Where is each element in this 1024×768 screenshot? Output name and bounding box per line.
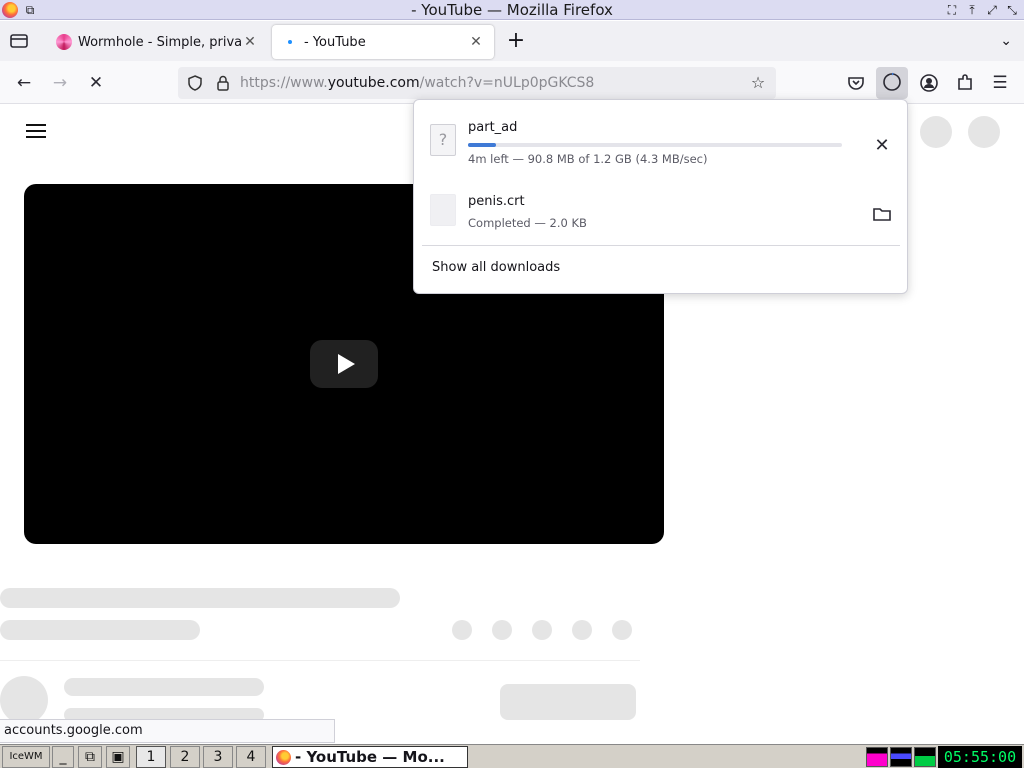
workspace-4[interactable]: 4 xyxy=(236,746,266,768)
window-title-bar: ⧉ - YouTube — Mozilla Firefox ⛶ ⤒ ⤢ ⤡ xyxy=(0,0,1024,20)
action-skeleton xyxy=(532,620,552,640)
url-text[interactable]: https://www.youtube.com/watch?v=nULp0pGK… xyxy=(240,67,594,99)
download-name: penis.crt xyxy=(468,194,525,209)
wormhole-icon xyxy=(56,34,72,50)
file-icon xyxy=(430,194,456,226)
placeholder-circle xyxy=(920,116,952,148)
channel-avatar-skeleton xyxy=(0,676,48,724)
fullscreen-icon[interactable]: ⛶ xyxy=(944,2,960,18)
download-item[interactable]: penis.crt Completed — 2.0 KB xyxy=(422,180,900,244)
action-skeleton xyxy=(612,620,632,640)
tab-youtube[interactable]: - YouTube ✕ xyxy=(272,25,494,59)
account-icon[interactable] xyxy=(917,71,941,95)
back-button[interactable]: ← xyxy=(12,71,36,95)
channel-name-skeleton xyxy=(64,678,264,696)
download-progress-bar xyxy=(468,143,842,147)
loading-icon xyxy=(282,34,298,50)
url-host: youtube.com xyxy=(327,75,420,91)
clock[interactable]: 05:55:00 xyxy=(938,746,1022,768)
unknown-file-icon: ? xyxy=(430,124,456,156)
subtitle-skeleton xyxy=(0,620,200,640)
url-bar[interactable]: https://www.youtube.com/watch?v=nULp0pGK… xyxy=(178,67,776,99)
workspace-label: 4 xyxy=(246,749,256,765)
app-menu-icon[interactable]: ☰ xyxy=(988,71,1012,95)
list-all-tabs-icon[interactable]: ⌄ xyxy=(1000,33,1012,49)
close-window-icon[interactable]: ⤡ xyxy=(1004,2,1020,18)
open-folder-icon[interactable] xyxy=(870,204,894,224)
action-skeleton xyxy=(452,620,472,640)
download-name: part_ad xyxy=(468,120,518,135)
window-title: - YouTube — Mozilla Firefox xyxy=(411,1,613,19)
raise-icon[interactable]: ⤒ xyxy=(964,2,980,18)
title-skeleton xyxy=(0,588,400,608)
url-prefix: https://www. xyxy=(240,75,328,91)
lock-icon[interactable] xyxy=(214,74,232,92)
cpu-graph-icon xyxy=(866,747,888,767)
cancel-download-icon[interactable]: ✕ xyxy=(870,136,894,156)
show-desktop-icon[interactable]: _ xyxy=(52,746,74,768)
stop-loading-button[interactable]: ✕ xyxy=(84,71,108,95)
network-graph-icon xyxy=(914,747,936,767)
extensions-icon[interactable] xyxy=(953,71,977,95)
taskbar: IceWM _ ⧉ ▣ 1 2 3 4 - YouTube — Mo... 05… xyxy=(0,744,1024,768)
workspace-3[interactable]: 3 xyxy=(203,746,233,768)
download-progress-fill xyxy=(468,143,497,147)
memory-graph-icon xyxy=(890,747,912,767)
tracking-protection-shield-icon[interactable] xyxy=(186,74,204,92)
workspace-label: 3 xyxy=(213,749,223,765)
download-item[interactable]: ? part_ad 4m left — 90.8 MB of 1.2 GB (4… xyxy=(422,110,900,174)
forward-button[interactable]: → xyxy=(48,71,72,95)
tab-overview-icon[interactable] xyxy=(8,31,30,51)
download-status: Completed — 2.0 KB xyxy=(468,216,587,230)
navigation-bar: ← → ✕ https://www.youtube.com/watch?v=nU… xyxy=(0,61,1024,104)
downloads-button[interactable] xyxy=(876,67,908,99)
downloads-panel: ? part_ad 4m left — 90.8 MB of 1.2 GB (4… xyxy=(413,99,908,294)
tab-bar: Wormhole - Simple, private ✕ - YouTube ✕… xyxy=(0,21,1024,61)
subscribe-skeleton xyxy=(500,684,636,720)
play-button[interactable] xyxy=(310,340,378,388)
workspace-label: 1 xyxy=(146,749,156,765)
tab-wormhole[interactable]: Wormhole - Simple, private ✕ xyxy=(46,25,268,59)
firefox-icon xyxy=(276,750,291,765)
taskbar-window-label: - YouTube — Mo... xyxy=(295,748,445,766)
guide-menu-icon[interactable] xyxy=(26,124,46,140)
workspace-1[interactable]: 1 xyxy=(136,746,166,768)
action-skeleton xyxy=(492,620,512,640)
workspace-2[interactable]: 2 xyxy=(170,746,200,768)
tab-label: - YouTube xyxy=(304,34,366,50)
bookmark-star-icon[interactable]: ☆ xyxy=(748,73,768,93)
terminal-icon[interactable]: ▣ xyxy=(106,746,130,768)
icewm-start-button[interactable]: IceWM xyxy=(2,746,50,768)
maximize-icon[interactable]: ⤢ xyxy=(984,2,1000,18)
close-tab-icon[interactable]: ✕ xyxy=(468,34,484,50)
tab-label: Wormhole - Simple, private xyxy=(78,34,242,50)
placeholder-circle xyxy=(968,116,1000,148)
panel-separator xyxy=(422,245,900,246)
divider xyxy=(0,660,640,661)
workspace-label: 2 xyxy=(180,749,190,765)
pocket-icon[interactable] xyxy=(844,71,868,95)
new-tab-button[interactable]: + xyxy=(504,29,528,53)
window-list-icon[interactable]: ⧉ xyxy=(78,746,102,768)
download-status: 4m left — 90.8 MB of 1.2 GB (4.3 MB/sec) xyxy=(468,152,708,166)
action-skeleton xyxy=(572,620,592,640)
status-panel-url: accounts.google.com xyxy=(0,719,335,743)
show-all-downloads-button[interactable]: Show all downloads xyxy=(432,260,560,275)
url-path: /watch?v=nULp0pGKCS8 xyxy=(419,75,595,91)
close-tab-icon[interactable]: ✕ xyxy=(242,34,258,50)
downloads-progress-icon xyxy=(883,72,901,91)
taskbar-window-firefox[interactable]: - YouTube — Mo... xyxy=(272,746,468,768)
